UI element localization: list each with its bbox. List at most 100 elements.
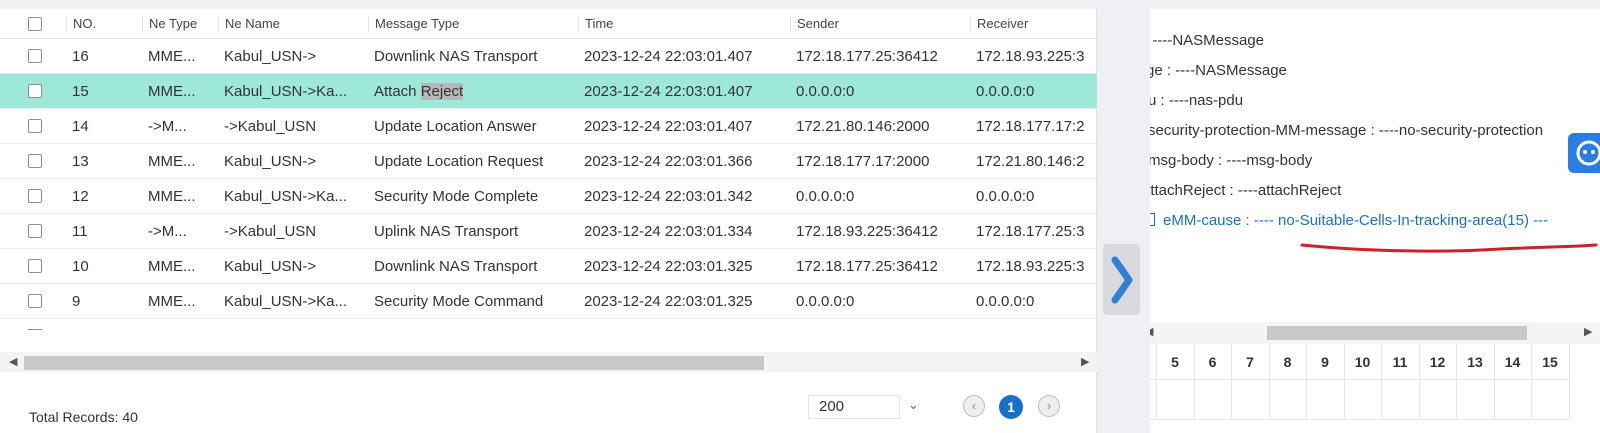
- chevron-down-icon[interactable]: ⌄: [908, 397, 919, 413]
- row-checkbox[interactable]: [28, 189, 42, 203]
- table-row[interactable]: 10 MME... Kabul_USN-> 2023-12-24 22:03:01.3…: [0, 249, 1097, 284]
- cell-receiver: 172.18.93.225:3: [976, 47, 1085, 65]
- grid-column-header: 11: [1381, 344, 1420, 380]
- cell-sender: 172.21.80.146:2000: [796, 117, 930, 135]
- cell-time: 2023-12-24 22:03:01.342: [584, 187, 753, 205]
- cell-no: 15: [72, 82, 89, 100]
- cell-sender: 0.0.0.0:0: [796, 292, 855, 310]
- scroll-left-icon[interactable]: ◀: [1150, 325, 1153, 338]
- cell-ne-type: ->M...: [148, 117, 187, 135]
- cell-no: 11: [72, 222, 88, 240]
- row-checkbox[interactable]: [28, 49, 42, 63]
- cell-ne-name: Kabul_USN->Ka...: [224, 292, 347, 310]
- select-all-checkbox[interactable]: [28, 17, 42, 31]
- cell-message-type: Security Mode Command: [374, 292, 544, 310]
- cell-message-type: Downlink NAS Transport: [374, 47, 538, 65]
- grid-cell: [1306, 380, 1345, 420]
- cell-no: 16: [72, 47, 89, 65]
- table-header: NO. Ne Type Ne Name Message Type Time Se…: [0, 9, 1097, 39]
- tree-node-nas-message[interactable]: : ----NASMessage: [1150, 32, 1264, 49]
- message-detail-panel: : ----NASMessage ge : ----NASMessage u :…: [1150, 9, 1600, 433]
- panel-toggle-button[interactable]: [1103, 244, 1140, 315]
- tree-node-msg-body[interactable]: msg-body : ----msg-body: [1150, 152, 1312, 169]
- next-page-button[interactable]: ›: [1038, 395, 1060, 417]
- table-row[interactable]: 12 MME... Kabul_USN->Ka... 2023-12-24 22:03…: [0, 179, 1097, 214]
- scroll-right-icon[interactable]: ▶: [1081, 355, 1089, 368]
- cell-message-type: Downlink NAS Transport: [374, 257, 538, 275]
- grid-column-header: 6: [1194, 344, 1232, 380]
- table-row[interactable]: 16 MME... Kabul_USN-> 2023-12-24 22:03:01.4…: [0, 39, 1097, 74]
- scroll-thumb[interactable]: [1267, 326, 1527, 340]
- tree-node-security-protection[interactable]: security-protection-MM-message : ----no-…: [1150, 122, 1543, 139]
- table-row[interactable]: 13 MME... Kabul_USN-> 2023-12-24 22:03:01.3…: [0, 144, 1097, 179]
- row-checkbox[interactable]: [28, 119, 42, 133]
- cell-ne-type: MME...: [148, 292, 196, 310]
- grid-cell: [1381, 380, 1420, 420]
- cell-message-type: Update Location Answer: [374, 117, 537, 135]
- scroll-left-icon[interactable]: ◀: [9, 355, 17, 368]
- prev-page-button[interactable]: ‹: [963, 395, 985, 417]
- cell-ne-type: MME...: [148, 82, 196, 100]
- col-ne-name-header[interactable]: Ne Name: [218, 15, 368, 32]
- col-time-header[interactable]: Time: [578, 15, 790, 32]
- scroll-thumb[interactable]: [24, 356, 764, 370]
- col-ne-type-header[interactable]: Ne Type: [142, 15, 218, 32]
- row-checkbox[interactable]: [28, 224, 42, 238]
- grid-cell: [1344, 380, 1382, 420]
- chevron-right-icon: [1111, 256, 1133, 304]
- col-no-header[interactable]: NO.: [66, 15, 142, 32]
- row-checkbox[interactable]: [28, 294, 42, 308]
- cell-ne-type: MME...: [148, 47, 196, 65]
- cell-message-type: Attach Reject: [374, 82, 464, 100]
- cell-sender: 0.0.0.0:0: [796, 82, 855, 100]
- table-row[interactable]: 15 MME... Kabul_USN->Ka... 2023-12-24 22:03…: [0, 74, 1097, 109]
- row-checkbox[interactable]: [28, 154, 42, 168]
- cell-ne-name: Kabul_USN->Ka...: [224, 187, 347, 205]
- assistant-face-icon: [1576, 140, 1600, 166]
- grid-column-header: 15: [1531, 344, 1570, 380]
- cell-message-type: Update Location Request: [374, 152, 544, 170]
- col-receiver-header[interactable]: Receiver: [970, 15, 1097, 32]
- col-message-type-header[interactable]: Message Type: [368, 15, 578, 32]
- assistant-button[interactable]: [1568, 133, 1600, 173]
- table-row[interactable]: 11 ->M... ->Kabul_USN 2023-12-24 22:03:01.3…: [0, 214, 1097, 249]
- grid-cell: [1194, 380, 1232, 420]
- page-size-select[interactable]: 200: [808, 395, 900, 419]
- tree-node-attach-reject[interactable]: attachReject : ----attachReject: [1150, 182, 1341, 199]
- grid-column-header: 12: [1419, 344, 1457, 380]
- cell-time: 2023-12-24 22:03:01.325: [584, 292, 753, 310]
- table-row[interactable]: 14 ->M... ->Kabul_USN 2023-12-24 22:03:01.4…: [0, 109, 1097, 144]
- table-horizontal-scrollbar[interactable]: ◀ ▶: [0, 352, 1097, 372]
- red-underline-annotation: [1300, 243, 1598, 253]
- detail-horizontal-scrollbar[interactable]: ◀ ▶: [1150, 322, 1600, 344]
- grid-cell: [1156, 380, 1195, 420]
- grid-column-header: 8: [1269, 344, 1307, 380]
- table-row[interactable]: 9 MME... Kabul_USN->Ka... 2023-12-24 22:03:…: [0, 284, 1097, 319]
- tree-node-nas-pdu[interactable]: u : ----nas-pdu: [1150, 92, 1243, 109]
- row-checkbox[interactable]: [28, 259, 42, 273]
- grid-column-header: 13: [1456, 344, 1495, 380]
- total-records-label: Total Records: 40: [29, 409, 138, 425]
- grid-column-header: 5: [1156, 344, 1195, 380]
- cell-sender: 0.0.0.0:0: [796, 187, 855, 205]
- grid-cell: [1419, 380, 1457, 420]
- message-table-panel: NO. Ne Type Ne Name Message Type Time Se…: [0, 9, 1097, 433]
- scroll-right-icon[interactable]: ▶: [1584, 325, 1592, 338]
- cell-no: 14: [72, 117, 89, 135]
- cell-no: 13: [72, 152, 89, 170]
- cell-ne-name: Kabul_USN->: [224, 257, 317, 275]
- col-sender-header[interactable]: Sender: [790, 15, 970, 32]
- cell-time: 2023-12-24 22:03:01.334: [584, 222, 753, 240]
- cell-receiver: 172.18.93.225:3: [976, 257, 1085, 275]
- emm-cause-value: no-Suitable-Cells-In-tracking-area(15): [1278, 212, 1529, 229]
- cell-ne-type: MME...: [148, 187, 196, 205]
- tree-node-message[interactable]: ge : ----NASMessage: [1150, 62, 1287, 79]
- cell-receiver: 172.21.80.146:2: [976, 152, 1085, 170]
- cell-time: 2023-12-24 22:03:01.366: [584, 152, 753, 170]
- cell-time: 2023-12-24 22:03:01.407: [584, 117, 753, 135]
- tree-node-emm-cause[interactable]: eMM-cause : ---- no-Suitable-Cells-In-tr…: [1150, 212, 1548, 229]
- cell-message-type: Uplink NAS Transport: [374, 222, 519, 240]
- row-checkbox[interactable]: [28, 84, 42, 98]
- partial-row-checkbox: [28, 329, 42, 332]
- current-page-button[interactable]: 1: [999, 395, 1023, 419]
